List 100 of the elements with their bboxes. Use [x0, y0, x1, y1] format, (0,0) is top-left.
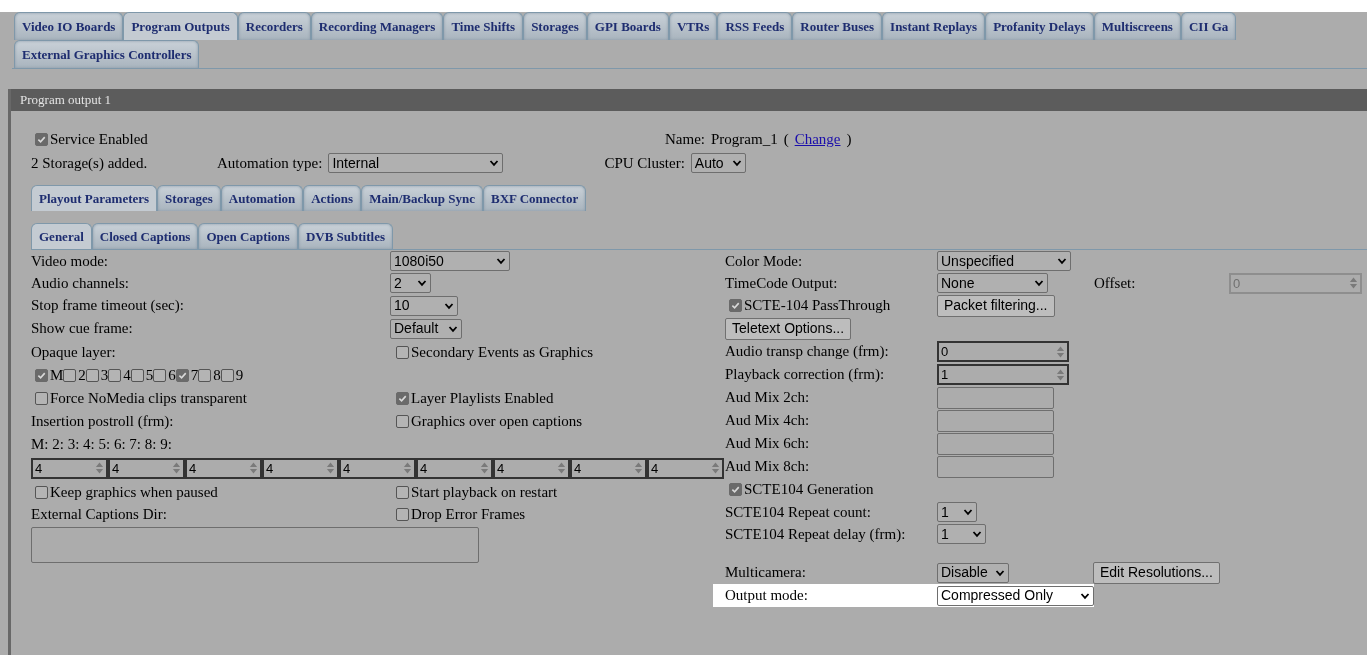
- tab[interactable]: Playout Parameters: [31, 185, 158, 211]
- tab[interactable]: VTRs: [668, 12, 718, 40]
- field-label: Video mode:: [31, 252, 108, 269]
- spinner-arrows-icon: [557, 461, 566, 475]
- tab[interactable]: Storages: [157, 185, 221, 211]
- field-label: Audio channels:: [31, 274, 129, 291]
- field-label: Automation type:: [217, 153, 323, 173]
- number-field[interactable]: 4: [493, 457, 570, 479]
- spinner-arrows-icon: [326, 461, 335, 475]
- tab[interactable]: RSS Feeds: [717, 12, 793, 40]
- dropdown[interactable]: 2: [390, 273, 431, 293]
- dropdown[interactable]: Disable: [937, 562, 1009, 583]
- tab[interactable]: Open Captions: [198, 223, 298, 249]
- dropdown[interactable]: Unspecified: [937, 251, 1071, 271]
- dropdown[interactable]: 1: [937, 502, 977, 522]
- tab[interactable]: External Graphics Controllers: [14, 40, 200, 68]
- checkbox[interactable]: [35, 132, 48, 146]
- tab[interactable]: Program Outputs: [123, 12, 238, 40]
- tab[interactable]: Router Buses: [792, 12, 883, 40]
- number-field[interactable]: 4: [416, 457, 493, 479]
- checkbox[interactable]: [35, 485, 48, 499]
- checkbox[interactable]: [35, 369, 48, 382]
- tab[interactable]: Closed Captions: [91, 223, 199, 249]
- chevron-down-icon: [963, 507, 973, 517]
- checkbox[interactable]: [729, 483, 742, 496]
- number-field[interactable]: 4: [108, 457, 185, 479]
- button[interactable]: Teletext Options...: [725, 317, 852, 340]
- checkbox[interactable]: [198, 369, 212, 382]
- checkbox[interactable]: [153, 369, 167, 382]
- chevron-down-icon: [1057, 256, 1067, 266]
- dropdown[interactable]: 1: [937, 524, 986, 544]
- checkbox[interactable]: [396, 485, 409, 499]
- tab[interactable]: Recorders: [237, 12, 311, 40]
- chevron-down-icon: [972, 529, 982, 539]
- spinner-arrows-icon: [403, 461, 412, 475]
- checkbox-label: 5: [145, 366, 154, 385]
- chevron-down-icon: [496, 256, 506, 266]
- text-field[interactable]: [937, 409, 1054, 432]
- checkbox-label: 9: [235, 366, 244, 385]
- checkbox[interactable]: [729, 299, 742, 312]
- tab[interactable]: Video IO Boards: [14, 12, 124, 40]
- tab[interactable]: BXF Connector: [482, 185, 587, 211]
- change-link[interactable]: Change: [794, 127, 841, 151]
- tab[interactable]: Profanity Delays: [985, 12, 1094, 40]
- checkbox[interactable]: [396, 392, 409, 405]
- checkbox-label: Keep graphics when paused: [50, 482, 218, 502]
- spinner-arrows-icon: [711, 461, 720, 475]
- tab[interactable]: Multiscreens: [1093, 12, 1181, 40]
- number-field[interactable]: 4: [262, 457, 339, 479]
- field-label: Opaque layer:: [31, 343, 116, 360]
- dropdown[interactable]: Compressed Only: [937, 585, 1094, 606]
- dropdown[interactable]: 10: [390, 295, 458, 316]
- checkbox-label: M: [50, 366, 64, 385]
- button[interactable]: Edit Resolutions...: [1093, 561, 1220, 584]
- number-field[interactable]: 4: [339, 457, 416, 479]
- checkbox[interactable]: [175, 369, 189, 382]
- tab[interactable]: Main/Backup Sync: [361, 185, 483, 211]
- number-field[interactable]: 4: [185, 457, 262, 479]
- tab[interactable]: Actions: [303, 185, 362, 211]
- tab[interactable]: Storages: [523, 12, 587, 40]
- tab[interactable]: Automation: [220, 185, 304, 211]
- field-label: Aud Mix 8ch:: [725, 458, 810, 474]
- dropdown[interactable]: Auto: [690, 153, 746, 173]
- field-label: External Captions Dir:: [31, 505, 167, 522]
- tab[interactable]: Recording Managers: [310, 12, 444, 40]
- dropdown[interactable]: None: [937, 273, 1048, 293]
- checkbox[interactable]: [396, 345, 409, 359]
- checkbox[interactable]: [220, 369, 234, 382]
- dropdown[interactable]: Internal: [328, 153, 504, 173]
- checkbox[interactable]: [130, 369, 144, 382]
- dropdown[interactable]: 1080i50: [390, 251, 510, 271]
- number-field[interactable]: 4: [570, 457, 647, 479]
- checkbox[interactable]: [396, 415, 409, 428]
- spinner-arrows-icon: [95, 461, 104, 475]
- tab[interactable]: Instant Replays: [882, 12, 986, 40]
- button[interactable]: Packet filtering...: [937, 294, 1055, 317]
- checkbox[interactable]: [35, 392, 48, 405]
- checkbox[interactable]: [85, 369, 99, 382]
- tab[interactable]: CII Ga: [1180, 12, 1237, 40]
- text-field[interactable]: [937, 386, 1054, 409]
- number-field[interactable]: 4: [31, 457, 108, 479]
- tab[interactable]: General: [31, 223, 92, 249]
- spinner-arrows-icon: [1056, 344, 1065, 359]
- tab[interactable]: Time Shifts: [443, 12, 524, 40]
- tab[interactable]: GPI Boards: [586, 12, 669, 40]
- text-field[interactable]: [31, 527, 479, 563]
- checkbox[interactable]: [108, 369, 122, 382]
- checkbox-label: SCTE104 Generation: [744, 480, 874, 499]
- number-field[interactable]: 0: [937, 341, 1069, 362]
- field-label: Audio transp change (frm):: [725, 343, 889, 359]
- dropdown[interactable]: Default: [390, 318, 462, 339]
- text-field[interactable]: [937, 432, 1054, 455]
- checkbox[interactable]: [396, 507, 409, 521]
- tab[interactable]: DVB Subtitles: [297, 223, 393, 249]
- field-label: Color Mode:: [725, 252, 803, 269]
- number-field[interactable]: 1: [937, 364, 1069, 385]
- checkbox[interactable]: [63, 369, 77, 382]
- number-field[interactable]: 4: [647, 457, 724, 479]
- chevron-down-icon: [1034, 278, 1044, 288]
- text-field[interactable]: [937, 455, 1054, 478]
